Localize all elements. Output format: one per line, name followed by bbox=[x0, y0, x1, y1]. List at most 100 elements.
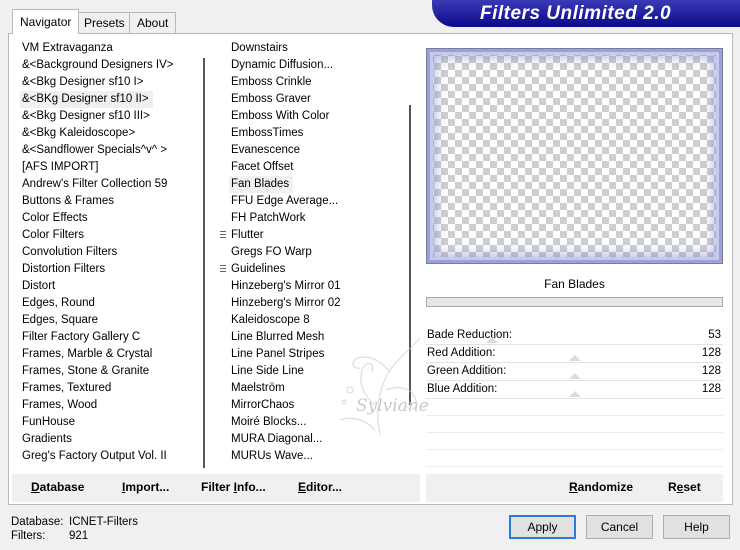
category-list[interactable]: VM Extravaganza &<Background Designers IV… bbox=[20, 40, 200, 470]
editor-button[interactable]: Editor... bbox=[298, 480, 342, 494]
filter-name-label: Fan Blades bbox=[544, 277, 605, 291]
database-status-label: Database: bbox=[11, 516, 64, 528]
filter-item[interactable]: Emboss Crinkle bbox=[229, 74, 401, 91]
filter-item-label: Fan Blades bbox=[231, 178, 290, 190]
empty-param-row bbox=[426, 416, 723, 433]
filter-item-label: EmbossTimes bbox=[231, 127, 304, 139]
category-item[interactable]: FunHouse bbox=[20, 414, 200, 431]
empty-param-row bbox=[426, 399, 723, 416]
category-item[interactable]: Frames, Marble & Crystal bbox=[20, 346, 200, 363]
filter-item[interactable]: FH PatchWork bbox=[229, 210, 401, 227]
category-item[interactable]: &<Bkg Designer sf10 III> bbox=[20, 108, 200, 125]
category-item[interactable]: &<Bkg Designer sf10 I> bbox=[20, 74, 200, 91]
list-toolbar: Database Import... Filter Info... Editor… bbox=[12, 474, 420, 502]
category-item[interactable]: Distort bbox=[20, 278, 200, 295]
progress-bar bbox=[426, 297, 723, 307]
filter-item[interactable]: Facet Offset bbox=[229, 159, 401, 176]
filter-item-label: FFU Edge Average... bbox=[231, 195, 339, 207]
empty-param-row bbox=[426, 433, 723, 450]
slider-thumb-icon[interactable] bbox=[568, 391, 581, 397]
category-item[interactable]: Frames, Textured bbox=[20, 380, 200, 397]
param-label: Blue Addition: bbox=[427, 383, 498, 395]
database-status-value: ICNET-Filters bbox=[69, 516, 138, 528]
category-item[interactable]: &<BKg Designer sf10 II> bbox=[20, 91, 153, 108]
filter-list[interactable]: Downstairs Dynamic Diffusion... Emboss Cri… bbox=[220, 40, 401, 470]
reset-button[interactable]: Reset bbox=[668, 480, 701, 494]
filter-item[interactable]: Guidelines bbox=[220, 261, 401, 278]
category-item[interactable]: Edges, Square bbox=[20, 312, 200, 329]
filter-item-label: Line Blurred Mesh bbox=[231, 331, 325, 343]
filter-item[interactable]: Fan Blades bbox=[229, 176, 294, 193]
category-item[interactable]: Gradients bbox=[20, 431, 200, 448]
tab-navigator[interactable]: Navigator bbox=[12, 9, 80, 34]
category-item[interactable]: &<Sandflower Specials^v^ > bbox=[20, 142, 200, 159]
cancel-button[interactable]: Cancel bbox=[586, 515, 653, 539]
param-slider[interactable]: Red Addition: 128 bbox=[426, 345, 723, 363]
category-item[interactable]: Greg's Factory Output Vol. II bbox=[20, 448, 200, 465]
filter-item[interactable]: Gregs FO Warp bbox=[229, 244, 401, 261]
tab-presets[interactable]: Presets bbox=[76, 12, 133, 33]
filter-item-label: Evanescence bbox=[231, 144, 301, 156]
filter-item[interactable]: Downstairs bbox=[229, 40, 401, 57]
filter-item-label: Guidelines bbox=[231, 263, 286, 275]
filter-item[interactable]: Line Side Line bbox=[229, 363, 401, 380]
filter-item[interactable]: Moiré Blocks... bbox=[229, 414, 401, 431]
category-item[interactable]: Andrew's Filter Collection 59 bbox=[20, 176, 200, 193]
filter-item[interactable]: Evanescence bbox=[229, 142, 401, 159]
tab-about[interactable]: About bbox=[129, 12, 177, 33]
filter-item[interactable]: Line Blurred Mesh bbox=[229, 329, 401, 346]
filter-item[interactable]: Maelström bbox=[229, 380, 401, 397]
category-item[interactable]: Frames, Wood bbox=[20, 397, 200, 414]
category-item[interactable]: Filter Factory Gallery C bbox=[20, 329, 200, 346]
category-item[interactable]: Convolution Filters bbox=[20, 244, 200, 261]
filter-item[interactable]: Line Panel Stripes bbox=[229, 346, 401, 363]
category-item[interactable]: Buttons & Frames bbox=[20, 193, 200, 210]
category-item[interactable]: &<Background Designers IV> bbox=[20, 57, 200, 74]
database-button[interactable]: Database bbox=[31, 480, 84, 494]
filter-item[interactable]: MURUs Wave... bbox=[229, 448, 401, 465]
category-item[interactable]: Distortion Filters bbox=[20, 261, 200, 278]
filter-item[interactable]: EmbossTimes bbox=[229, 125, 401, 142]
category-item[interactable]: Edges, Round bbox=[20, 295, 200, 312]
filter-item-label: FH PatchWork bbox=[231, 212, 306, 224]
category-item[interactable]: Color Filters bbox=[20, 227, 200, 244]
filter-item[interactable]: Hinzeberg's Mirror 02 bbox=[229, 295, 401, 312]
filter-item[interactable]: MirrorChaos bbox=[229, 397, 401, 414]
filter-item-label: MURA Diagonal... bbox=[231, 433, 323, 445]
category-item[interactable]: VM Extravaganza bbox=[20, 40, 200, 57]
filter-item[interactable]: MURA Diagonal... bbox=[229, 431, 401, 448]
param-slider[interactable]: Green Addition: 128 bbox=[426, 363, 723, 381]
filter-info-button[interactable]: Filter Info... bbox=[201, 480, 266, 494]
category-item[interactable]: Color Effects bbox=[20, 210, 200, 227]
category-scrollbar[interactable] bbox=[203, 58, 205, 468]
category-item[interactable]: &<Bkg Kaleidoscope> bbox=[20, 125, 200, 142]
randomize-button[interactable]: Randomize bbox=[569, 480, 633, 494]
filter-item[interactable]: Kaleidoscope 8 bbox=[229, 312, 401, 329]
filter-item[interactable]: Dynamic Diffusion... bbox=[229, 57, 401, 74]
param-label: Red Addition: bbox=[427, 347, 496, 359]
filter-item[interactable]: Flutter bbox=[220, 227, 401, 244]
slider-thumb-icon[interactable] bbox=[568, 373, 581, 379]
filter-item[interactable]: FFU Edge Average... bbox=[229, 193, 401, 210]
slider-thumb-icon[interactable] bbox=[568, 355, 581, 361]
param-slider[interactable]: Bade Reduction: 53 bbox=[426, 327, 723, 345]
filter-item[interactable]: Emboss With Color bbox=[229, 108, 401, 125]
slider-thumb-icon[interactable] bbox=[485, 337, 498, 343]
help-button[interactable]: Help bbox=[663, 515, 730, 539]
filter-scrollbar[interactable] bbox=[409, 105, 411, 405]
category-item[interactable]: [AFS IMPORT] bbox=[20, 159, 200, 176]
filter-item-label: Dynamic Diffusion... bbox=[231, 59, 334, 71]
category-item[interactable]: Frames, Stone & Granite bbox=[20, 363, 200, 380]
filter-item-label: MURUs Wave... bbox=[231, 450, 313, 462]
filter-item[interactable]: Emboss Graver bbox=[229, 91, 401, 108]
param-label: Bade Reduction: bbox=[427, 329, 513, 341]
filter-item-label: Moiré Blocks... bbox=[231, 416, 307, 428]
filter-item-label: Hinzeberg's Mirror 02 bbox=[231, 297, 341, 309]
filters-count-value: 921 bbox=[69, 530, 89, 542]
import-button[interactable]: Import... bbox=[122, 480, 169, 494]
param-value: 128 bbox=[701, 365, 721, 377]
filter-item-label: Gregs FO Warp bbox=[231, 246, 312, 258]
apply-button[interactable]: Apply bbox=[509, 515, 576, 539]
filter-item[interactable]: Hinzeberg's Mirror 01 bbox=[229, 278, 401, 295]
param-slider[interactable]: Blue Addition: 128 bbox=[426, 381, 723, 399]
